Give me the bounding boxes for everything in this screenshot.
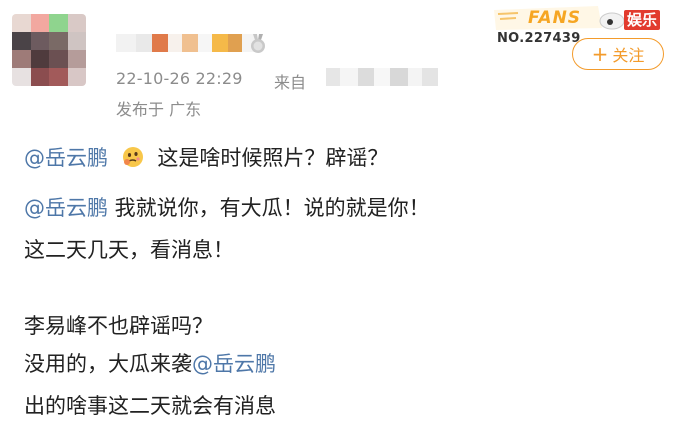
content-line-6: 出的啥事这二天就会有消息 [24, 394, 276, 418]
follow-label: 关注 [612, 46, 645, 65]
content-text: 这是啥时候照片？辟谣？ [157, 146, 389, 170]
username-blurred[interactable] [116, 34, 256, 52]
fans-label: FANS [528, 8, 582, 28]
fans-number: NO.227439 [497, 31, 581, 46]
source-device-blurred[interactable] [326, 68, 438, 86]
post-location: 发布于 广东 [116, 100, 202, 119]
avatar[interactable] [12, 14, 86, 86]
content-text: 我就说你，有大瓜！说的就是你！ [108, 196, 430, 220]
thinking-face-icon [122, 147, 143, 167]
follow-button[interactable]: + 关注 [572, 38, 664, 70]
mention-link[interactable]: @岳云鹏 [192, 352, 276, 376]
mention-link[interactable]: @岳云鹏 [24, 196, 108, 220]
source-label: 来自 [274, 73, 307, 92]
weibo-post: 22-10-26 22:29 来自 发布于 广东 FANS NO.227439 … [0, 0, 690, 440]
content-line-4: 李易峰不也辟谣吗？ [24, 314, 213, 338]
content-line-2: @岳云鹏 我就说你，有大瓜！说的就是你！ [24, 192, 430, 222]
content-line-5: 没用的，大瓜来袭@岳云鹏 [24, 348, 276, 378]
content-text: 没用的，大瓜来袭 [24, 352, 192, 376]
plus-icon: + [591, 42, 609, 66]
medal-icon [251, 34, 265, 53]
mention-link[interactable]: @岳云鹏 [24, 146, 108, 170]
content-line-1: @岳云鹏 这是啥时候照片？辟谣？ [24, 142, 388, 172]
watermark-label: 娱乐 [624, 10, 661, 30]
post-timestamp: 22-10-26 22:29 [116, 69, 243, 88]
content-line-3: 这二天几天，看消息！ [24, 238, 234, 262]
